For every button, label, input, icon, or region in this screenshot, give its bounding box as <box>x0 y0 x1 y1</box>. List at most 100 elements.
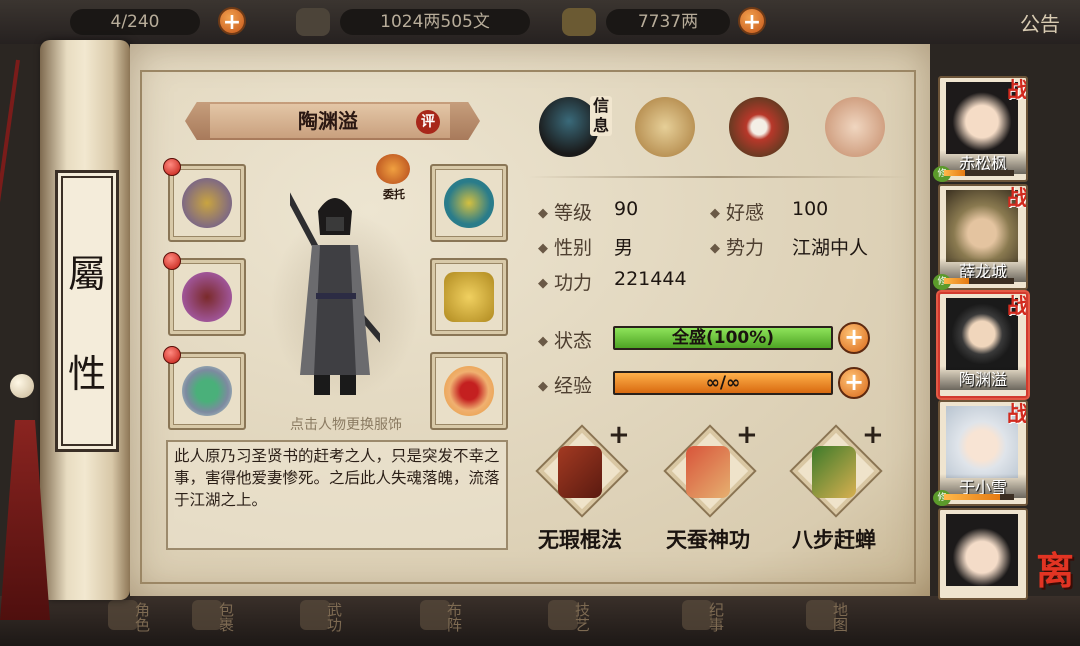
knot-ornament-icon <box>444 366 494 416</box>
exp-bar-text: ∞/∞ <box>705 373 741 393</box>
roster-bar <box>944 494 1014 500</box>
restore-status-button[interactable]: + <box>838 322 870 354</box>
party-roster: 赤松枫 战 修 薛龙城 战 修 陶渊溢 战 于小雪 战 修 <box>930 70 1040 600</box>
add-exp-button[interactable]: + <box>838 367 870 399</box>
power-value: 221444 <box>614 268 687 290</box>
skill-plus-icon[interactable]: + <box>736 420 758 450</box>
roster-bar-fill <box>944 170 965 176</box>
staff-manual-icon <box>558 446 602 498</box>
skill-slot-2[interactable]: + <box>656 420 760 520</box>
gender-label: 性别 <box>538 233 592 260</box>
delegate-icon[interactable] <box>376 154 410 184</box>
scroll-icon <box>635 97 695 157</box>
roster-card[interactable]: 薛龙城 战 <box>938 184 1028 290</box>
nav-item-3[interactable]: 布阵 <box>420 600 464 642</box>
nav-label: 包裹 <box>217 602 235 632</box>
gauntlet-icon <box>182 178 232 228</box>
exp-label: 经验 <box>538 371 592 398</box>
roster-card[interactable]: 赤松枫 战 <box>938 76 1028 182</box>
equip-slot-ring[interactable] <box>168 352 246 430</box>
tassel-bead <box>10 374 34 398</box>
status-label: 状态 <box>538 326 592 353</box>
jade-ring-icon <box>182 366 232 416</box>
level-value: 90 <box>614 198 639 220</box>
bagua-icon <box>729 97 789 157</box>
equip-slot-weapon[interactable] <box>168 258 246 336</box>
equip-slot-armor[interactable] <box>430 258 508 336</box>
footwork-scroll-icon <box>812 446 856 498</box>
nav-label: 角色 <box>133 602 151 632</box>
tabs-divider <box>528 176 908 178</box>
skill-plus-icon[interactable]: + <box>608 420 630 450</box>
skill-plus-icon[interactable]: + <box>862 420 884 450</box>
nav-item-6[interactable]: 地图 <box>806 600 850 642</box>
upgrade-dot <box>163 346 181 364</box>
skill-slot-1[interactable]: + <box>528 420 632 520</box>
leave-button[interactable]: 离 <box>1036 540 1080 598</box>
nav-label: 纪事 <box>707 602 725 632</box>
roster-card[interactable]: 于小雪 战 <box>938 400 1028 506</box>
nav-label: 技艺 <box>573 602 591 632</box>
bag-capacity: 4/240 <box>70 9 200 35</box>
tab-info-label: 信息 <box>590 96 612 136</box>
affinity-value: 100 <box>792 198 829 220</box>
scroll-title-char-1: 屬 <box>67 252 106 296</box>
silver-icon <box>296 8 330 36</box>
hero-figure[interactable] <box>290 175 380 400</box>
gold-display: 7737两 <box>606 9 730 35</box>
nav-label: 布阵 <box>445 602 463 632</box>
faction-label: 势力 <box>710 233 764 260</box>
attribute-tab-label[interactable]: 屬 性 <box>55 170 119 452</box>
nav-item-5[interactable]: 纪事 <box>682 600 726 642</box>
affinity-label: 好感 <box>710 198 764 225</box>
status-bar: 全盛(100%) <box>613 326 833 350</box>
battle-badge: 战 <box>1007 401 1028 426</box>
nav-item-0[interactable]: 角色 <box>108 600 152 642</box>
nav-item-4[interactable]: 技艺 <box>548 600 592 642</box>
roster-bar <box>944 278 1014 284</box>
nav-item-2[interactable]: 武功 <box>300 600 344 642</box>
tab-meridian[interactable] <box>822 94 888 160</box>
evaluate-button[interactable]: 评 <box>416 110 440 134</box>
equip-slot-hat[interactable] <box>430 164 508 242</box>
tab-bagua[interactable] <box>726 94 792 160</box>
battle-badge: 战 <box>1007 293 1028 318</box>
battle-badge: 战 <box>1007 77 1028 102</box>
notice-button[interactable]: 公告 <box>1020 8 1060 37</box>
nav-label: 武功 <box>325 602 343 632</box>
roster-card[interactable] <box>938 508 1028 600</box>
gender-value: 男 <box>614 237 634 259</box>
silver-amount: 1024两505文 <box>380 12 490 32</box>
skill-name-3: 八步赶蝉 <box>792 528 876 552</box>
status-bar-text: 全盛(100%) <box>671 328 775 348</box>
scroll-title-char-2: 性 <box>67 352 106 396</box>
silver-display: 1024两505文 <box>340 9 530 35</box>
gold-amount: 7737两 <box>637 12 699 32</box>
add-bag-button[interactable]: + <box>218 7 246 35</box>
roster-card-selected[interactable]: 陶渊溢 战 <box>938 292 1028 398</box>
add-gold-button[interactable]: + <box>738 7 766 35</box>
delegate-label: 委托 <box>383 188 405 201</box>
roster-bar-fill <box>944 494 1000 500</box>
silkworm-scroll-icon <box>686 446 730 498</box>
exp-bar: ∞/∞ <box>613 371 833 395</box>
roster-bar-fill <box>944 278 969 284</box>
upgrade-dot <box>163 252 181 270</box>
skill-slot-3[interactable]: + <box>782 420 886 520</box>
skill-name-2: 天蚕神功 <box>666 528 750 552</box>
hero-name: 陶渊溢 <box>298 109 358 133</box>
tab-scroll[interactable] <box>632 94 698 160</box>
roster-bar <box>944 170 1014 176</box>
armor-icon <box>444 272 494 322</box>
roster-name: 陶渊溢 <box>940 366 1026 390</box>
upgrade-dot <box>163 158 181 176</box>
dagger-icon <box>182 272 232 322</box>
gold-ingot-icon <box>562 8 596 36</box>
tassel-cord <box>0 59 20 358</box>
level-label: 等级 <box>538 198 592 225</box>
nav-item-1[interactable]: 包裹 <box>192 600 236 642</box>
nav-label: 地图 <box>831 602 849 632</box>
equip-slot-gloves[interactable] <box>168 164 246 242</box>
equip-slot-accessory[interactable] <box>430 352 508 430</box>
change-outfit-hint: 点击人物更换服饰 <box>290 417 402 433</box>
